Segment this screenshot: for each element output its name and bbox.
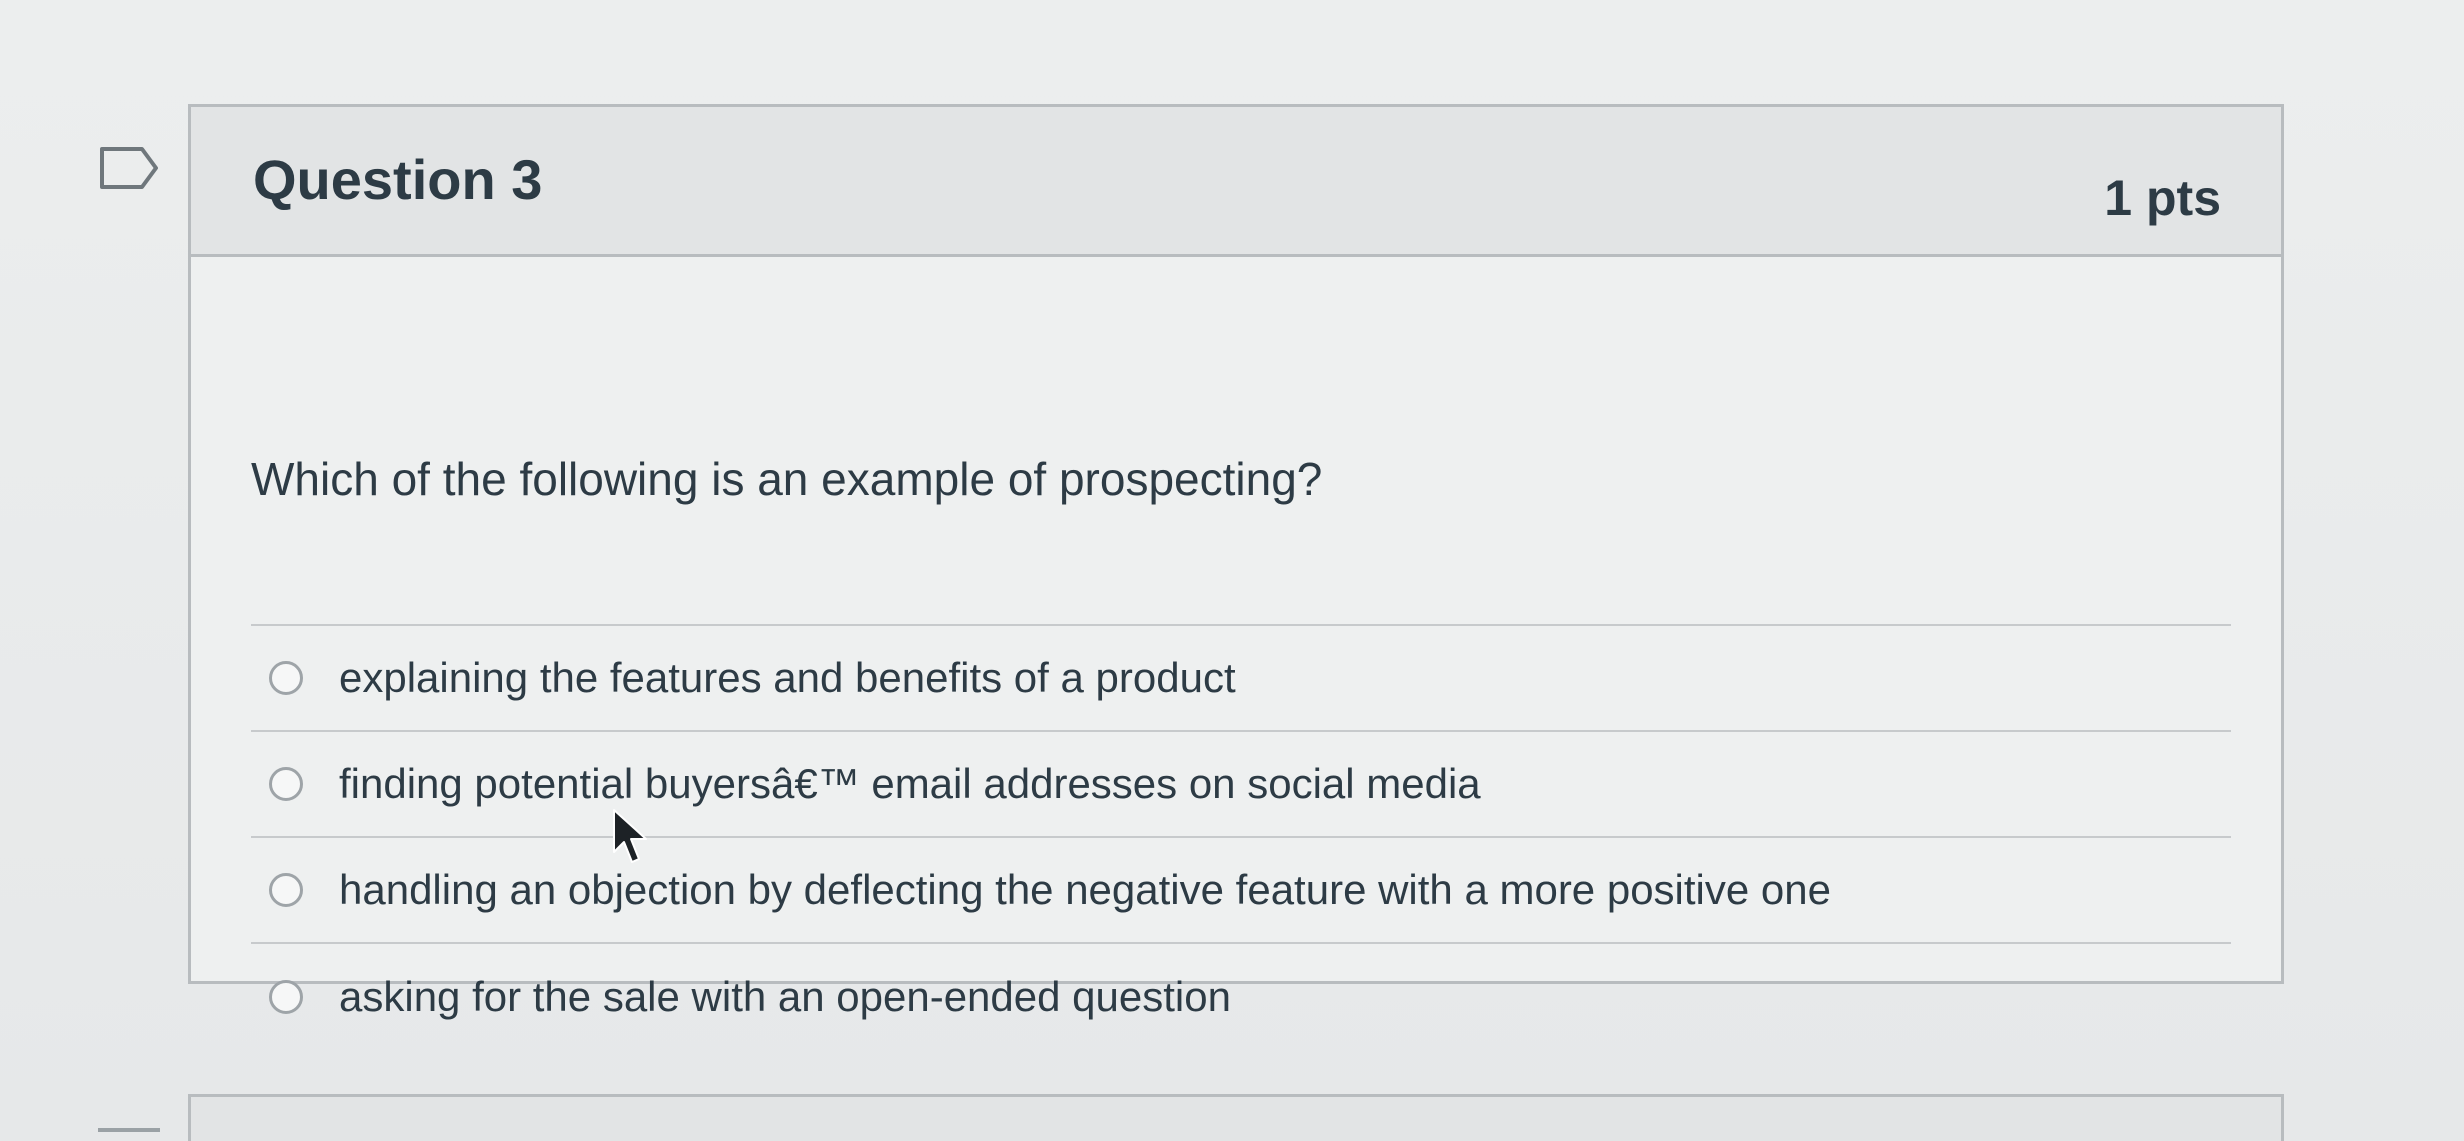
answer-label: explaining the features and benefits of … [339,654,1236,701]
radio-button[interactable] [269,873,303,907]
question-body: Which of the following is an example of … [191,260,2281,1020]
question-header: Question 3 1 pts [191,107,2281,257]
answer-list: explaining the features and benefits of … [251,624,2231,1050]
quiz-page: Question 3 1 pts Which of the following … [0,0,2464,1141]
radio-button[interactable] [269,661,303,695]
answer-label: finding potential buyersâ€™ email addres… [339,760,1481,807]
next-question-card [188,1094,2284,1141]
answer-option-3[interactable]: handling an objection by deflecting the … [251,838,2231,944]
question-points: 1 pts [2104,170,2221,226]
answer-option-2[interactable]: finding potential buyersâ€™ email addres… [251,732,2231,838]
answer-option-1[interactable]: explaining the features and benefits of … [251,626,2231,732]
answer-label: asking for the sale with an open-ended q… [339,973,1231,1020]
question-text: Which of the following is an example of … [251,453,1323,505]
question-card: Question 3 1 pts Which of the following … [188,104,2284,1020]
flag-question-icon[interactable] [98,145,160,191]
radio-button[interactable] [269,980,303,1014]
radio-button[interactable] [269,767,303,801]
mouse-pointer-icon [613,809,647,863]
answer-label: handling an objection by deflecting the … [339,866,1831,913]
question-title: Question 3 [253,148,543,211]
answer-option-4[interactable]: asking for the sale with an open-ended q… [251,944,2231,1050]
next-flag-icon[interactable] [98,1128,160,1132]
